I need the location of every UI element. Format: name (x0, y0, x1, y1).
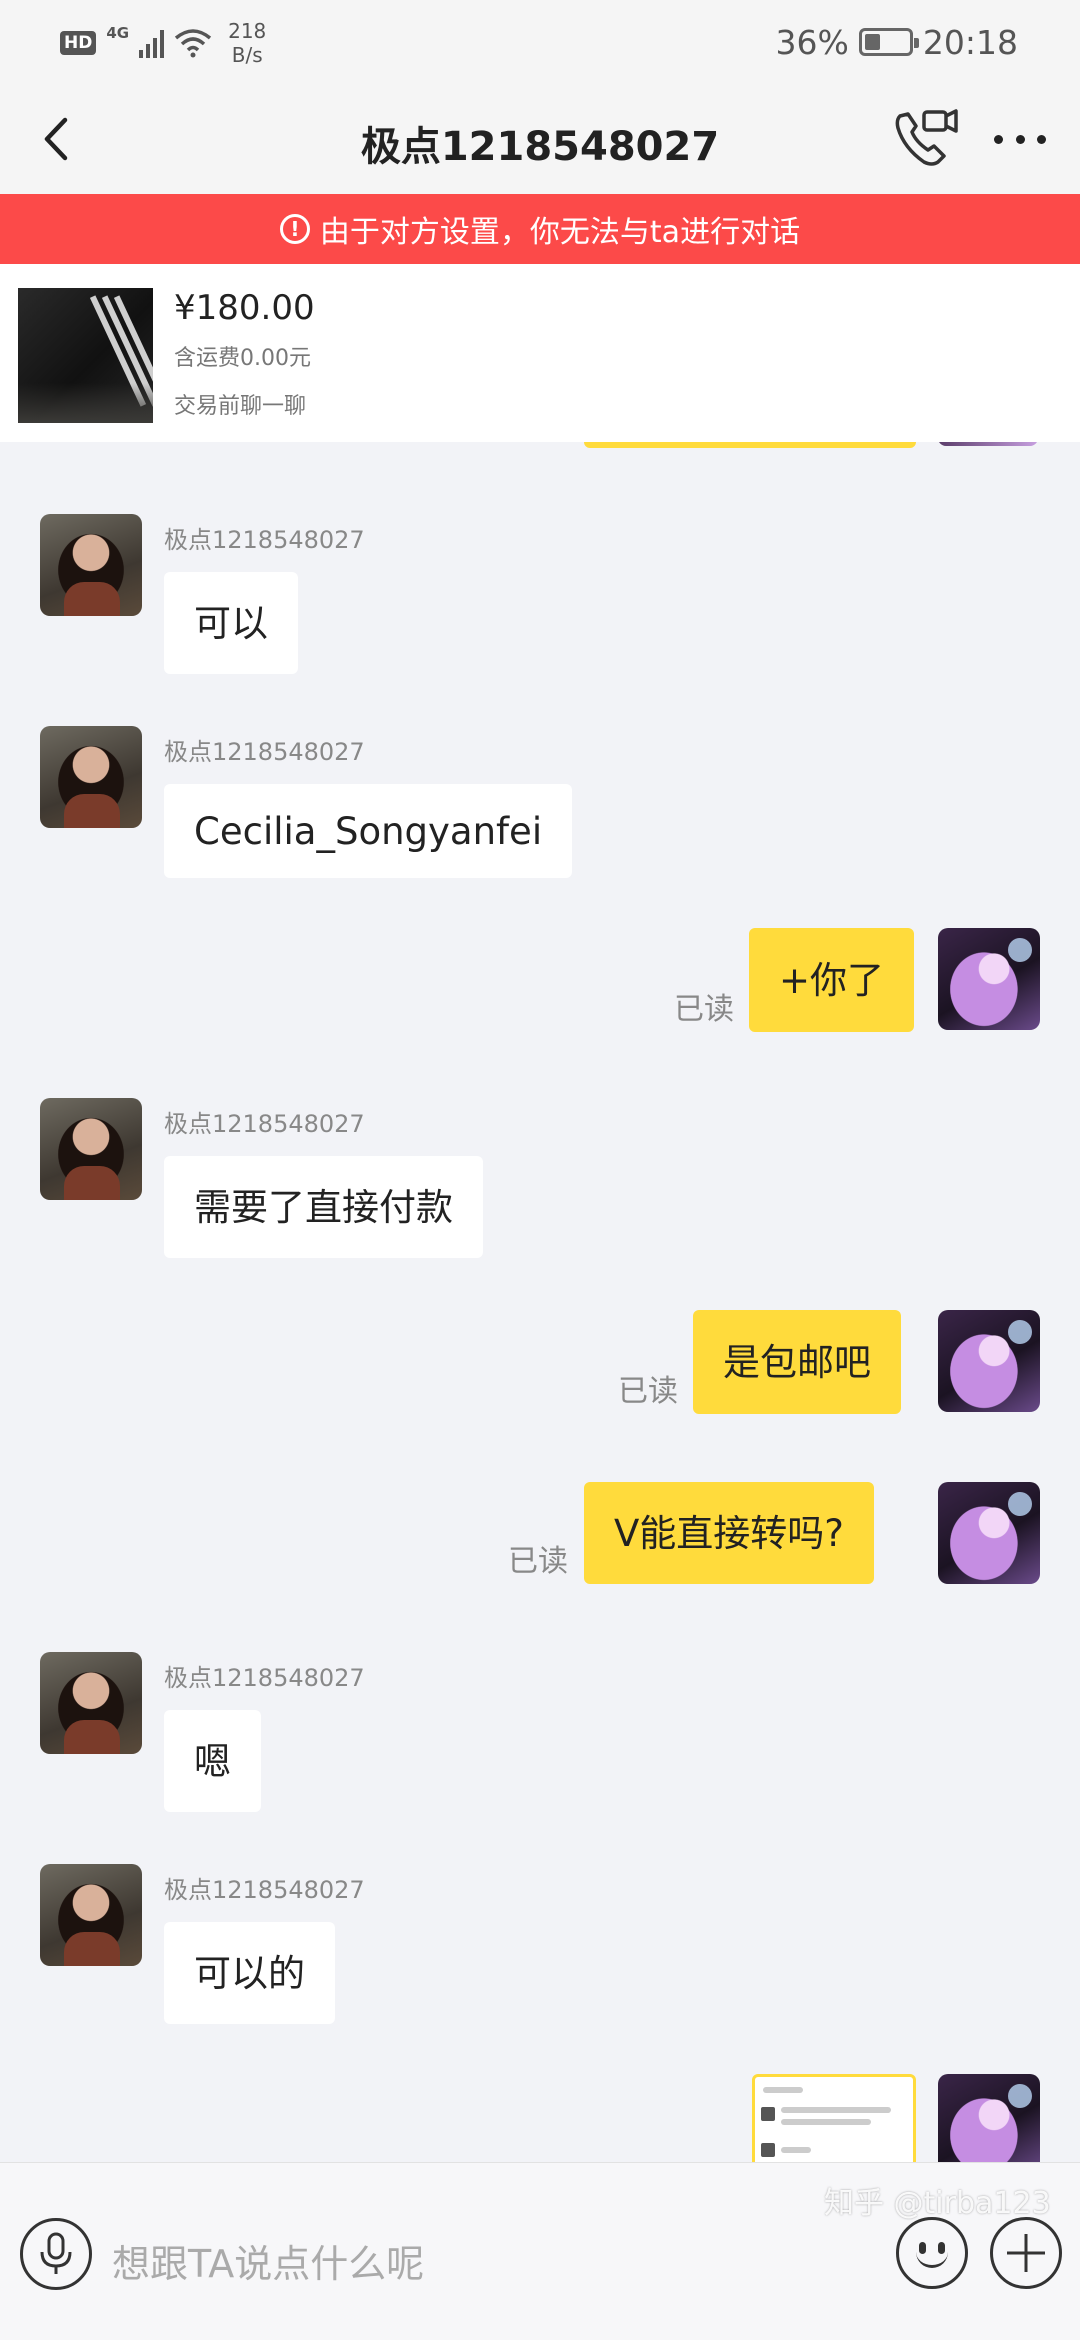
voice-button[interactable] (20, 2218, 92, 2290)
contact-avatar[interactable] (40, 1098, 142, 1200)
product-card[interactable]: ¥180.00 含运费0.00元 交易前聊一聊 (0, 264, 1080, 442)
restriction-banner: ! 由于对方设置，你无法与ta进行对话 (0, 194, 1080, 264)
read-status: 已读 (618, 1374, 678, 1409)
image-message[interactable] (752, 2074, 916, 2162)
watermark: 知乎 @tirba123 (824, 2186, 1051, 2221)
message-bubble[interactable]: 嗯 (164, 1710, 261, 1812)
message-bubble[interactable]: 可以 (164, 572, 298, 674)
sender-name: 极点1218548027 (164, 738, 365, 766)
message-input[interactable]: 想跟TA说点什么呢 (112, 2233, 424, 2288)
shipping-fee: 含运费0.00元 (174, 346, 311, 371)
call-button[interactable] (890, 102, 962, 174)
my-avatar[interactable] (938, 2074, 1040, 2162)
speed-unit: B/s (231, 43, 263, 67)
product-image[interactable] (18, 288, 153, 423)
network-type: 4G (106, 24, 130, 42)
message-bubble[interactable]: 可以的 (164, 1922, 335, 2024)
microphone-icon (40, 2232, 72, 2274)
contact-avatar[interactable] (40, 1864, 142, 1966)
my-avatar[interactable] (938, 928, 1040, 1030)
sender-name: 极点1218548027 (164, 1110, 365, 1138)
message-bubble[interactable]: 是包邮吧 (693, 1310, 901, 1414)
read-status: 已读 (674, 992, 734, 1027)
dot-icon (1015, 134, 1025, 144)
contact-avatar[interactable] (40, 1652, 142, 1754)
chat-messages[interactable]: 极点1218548027 可以 极点1218548027 Cecilia_Son… (0, 442, 1080, 2162)
avatar[interactable] (938, 442, 1038, 446)
phone-video-icon (895, 109, 958, 166)
emoji-button[interactable] (896, 2217, 968, 2289)
sender-name: 极点1218548027 (164, 1876, 365, 1904)
network-speed: 218 B/s (228, 19, 266, 67)
my-avatar[interactable] (938, 1482, 1040, 1584)
message-bubble[interactable]: +你了 (749, 928, 915, 1032)
status-left: HD 4G 218 B/s (60, 18, 266, 68)
sender-name: 极点1218548027 (164, 526, 365, 554)
hd-badge: HD (60, 31, 97, 55)
contact-avatar[interactable] (40, 514, 142, 616)
dot-icon (1037, 134, 1046, 144)
contact-avatar[interactable] (40, 726, 142, 828)
read-status: 已读 (508, 1544, 568, 1579)
message-bubble[interactable]: Cecilia_Songyanfei (164, 784, 573, 878)
nav-bar: 极点1218548027 (0, 84, 1080, 194)
message-bubble[interactable]: 需要了直接付款 (164, 1156, 483, 1258)
battery-percent: 36% (775, 22, 849, 62)
chat-hint: 交易前聊一聊 (174, 394, 307, 419)
sender-name: 极点1218548027 (164, 1664, 365, 1692)
status-right: 36% 20:18 (776, 18, 1018, 66)
my-avatar[interactable] (938, 1310, 1040, 1412)
partial-message-bubble[interactable] (584, 442, 916, 448)
banner-text: 由于对方设置，你无法与ta进行对话 (319, 215, 801, 250)
speed-value: 218 (228, 19, 267, 43)
battery-icon (858, 28, 919, 56)
signal-icon (139, 28, 165, 58)
wifi-icon (174, 29, 212, 58)
product-price: ¥180.00 (174, 288, 315, 328)
clock: 20:18 (922, 22, 1018, 62)
status-bar: HD 4G 218 B/s 36% 20:18 (0, 0, 1080, 84)
warning-icon: ! (279, 214, 310, 244)
more-button[interactable] (988, 114, 1052, 164)
dot-icon (994, 134, 1003, 144)
plus-button[interactable] (990, 2217, 1062, 2289)
message-bubble[interactable]: V能直接转吗? (584, 1482, 874, 1584)
